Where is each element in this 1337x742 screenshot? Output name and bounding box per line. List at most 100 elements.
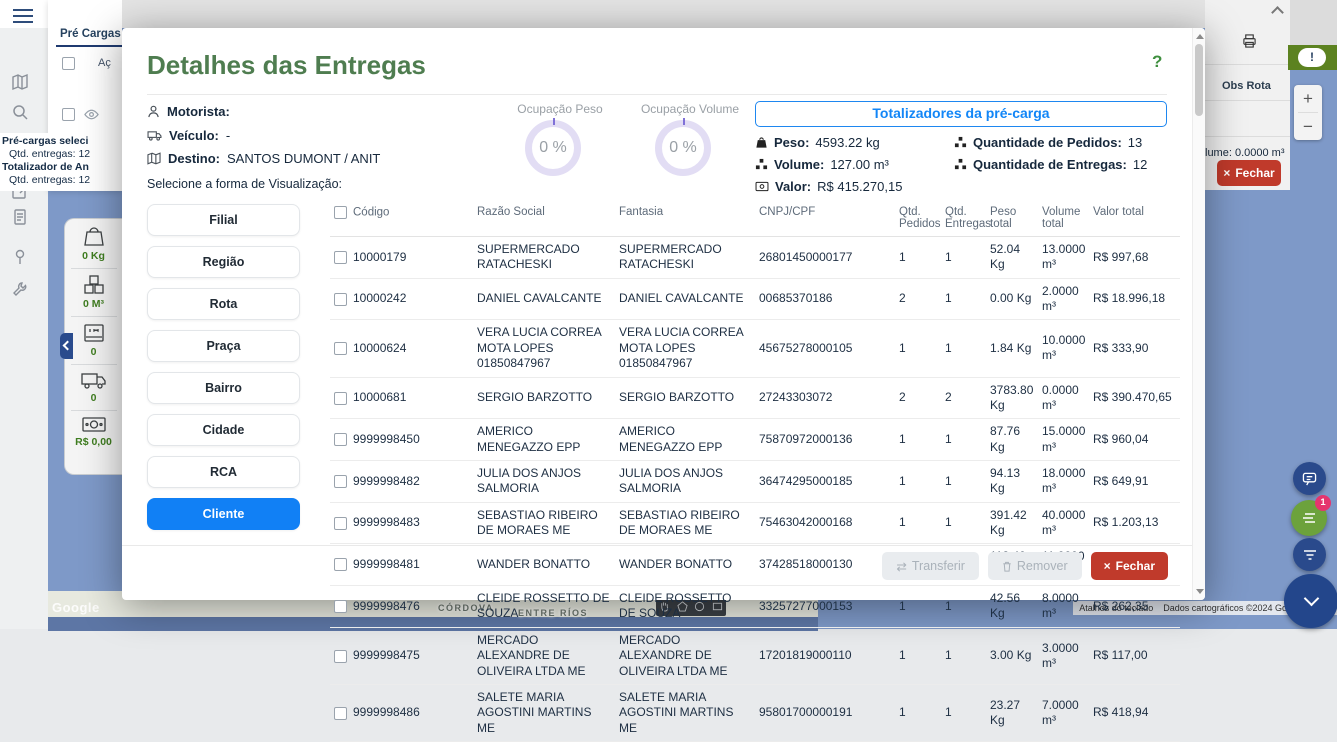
collapse-panel-button[interactable] bbox=[60, 333, 73, 359]
menu-hamburger-icon[interactable] bbox=[13, 9, 33, 23]
cell-peso: 52.04 Kg bbox=[986, 237, 1038, 279]
zoom-out-button[interactable]: − bbox=[1294, 113, 1322, 140]
row-checkbox[interactable] bbox=[334, 293, 347, 306]
total-pedidos: Quantidade de Pedidos: 13 bbox=[954, 135, 1142, 150]
cell-volume: 2.0000 m³ bbox=[1038, 278, 1089, 320]
row-checkbox[interactable] bbox=[334, 600, 347, 613]
totalizadores-header[interactable]: Totalizadores da pré-carga bbox=[755, 101, 1167, 127]
scroll-up-arrow-icon[interactable] bbox=[1196, 34, 1204, 39]
cell-razao: CLEIDE ROSSETTO DE SOUZA bbox=[473, 586, 615, 628]
header-fantasia: Fantasia bbox=[615, 202, 755, 237]
background-top-strip bbox=[122, 0, 1205, 28]
row-checkbox[interactable] bbox=[334, 475, 347, 488]
close-icon: × bbox=[1104, 559, 1111, 573]
card-valor-value: R$ 0,00 bbox=[75, 436, 112, 448]
vehicle-icon bbox=[147, 130, 162, 142]
cell-razao: JULIA DOS ANJOS SALMORIA bbox=[473, 460, 615, 502]
row-checkbox[interactable] bbox=[334, 433, 347, 446]
total-valor: Valor: R$ 415.270,15 bbox=[755, 179, 902, 194]
view-button-filial[interactable]: Filial bbox=[147, 204, 300, 236]
cell-entregas: 1 bbox=[941, 278, 986, 320]
table-row[interactable]: 10000681SERGIO BARZOTTOSERGIO BARZOTTO27… bbox=[330, 377, 1180, 419]
cell-pedidos: 2 bbox=[895, 278, 941, 320]
cell-entregas: 1 bbox=[941, 320, 986, 377]
cell-pedidos: 1 bbox=[895, 460, 941, 502]
gauge-volume: 0 % bbox=[655, 120, 711, 176]
cell-entregas: 1 bbox=[941, 684, 986, 741]
wrench-icon[interactable] bbox=[11, 280, 29, 298]
cell-fantasia: VERA LUCIA CORREA MOTA LOPES 01850847967 bbox=[615, 320, 755, 377]
gauge-peso-label: Ocupação Peso bbox=[495, 102, 625, 116]
remover-button[interactable]: Remover bbox=[988, 552, 1082, 580]
table-row[interactable]: 9999998475MERCADO ALEXANDRE DE OLIVEIRA … bbox=[330, 627, 1180, 684]
view-button-rota[interactable]: Rota bbox=[147, 288, 300, 320]
chat-floating-button[interactable] bbox=[1293, 462, 1326, 495]
collapse-down-floating-button[interactable] bbox=[1284, 574, 1337, 628]
table-row[interactable]: 10000179SUPERMERCADO RATACHESKISUPERMERC… bbox=[330, 237, 1180, 279]
view-button-bairro[interactable]: Bairro bbox=[147, 372, 300, 404]
zoom-in-button[interactable]: + bbox=[1294, 85, 1322, 112]
search-icon[interactable] bbox=[11, 103, 29, 121]
header-volume-total: Volume total bbox=[1038, 202, 1089, 237]
green-alert-strip: ! bbox=[1288, 45, 1337, 70]
printer-icon[interactable] bbox=[1242, 34, 1257, 48]
row-checkbox[interactable] bbox=[62, 108, 75, 121]
select-all-checkbox[interactable] bbox=[62, 57, 75, 70]
help-button[interactable]: ? bbox=[1152, 52, 1162, 72]
table-row[interactable]: 10000242DANIEL CAVALCANTEDANIEL CAVALCAN… bbox=[330, 278, 1180, 320]
scrollbar-thumb[interactable] bbox=[1195, 44, 1203, 116]
row-checkbox[interactable] bbox=[334, 392, 347, 405]
transferir-button[interactable]: ⇄ Transferir bbox=[882, 552, 979, 580]
map-icon[interactable] bbox=[11, 73, 29, 91]
table-row[interactable]: 9999998476CLEIDE ROSSETTO DE SOUZACLEIDE… bbox=[330, 586, 1180, 628]
table-row[interactable]: 9999998450AMERICO MENEGAZZO EPPAMERICO M… bbox=[330, 419, 1180, 461]
pin-icon[interactable] bbox=[11, 248, 29, 266]
tab-pre-cargas[interactable]: Pré Cargas bbox=[60, 28, 121, 40]
summary-qtd-entregas: Qtd. entregas: 12 bbox=[2, 148, 122, 161]
cell-codigo: 10000624 bbox=[330, 320, 473, 377]
chevron-down-icon bbox=[1303, 591, 1319, 607]
eye-icon[interactable] bbox=[84, 107, 99, 122]
left-sidebar bbox=[0, 28, 48, 629]
table-row[interactable]: 9999998482JULIA DOS ANJOS SALMORIAJULIA … bbox=[330, 460, 1180, 502]
select-view-label: Selecione a forma de Visualização: bbox=[147, 177, 342, 191]
cell-valor: R$ 117,00 bbox=[1089, 627, 1180, 684]
table-row[interactable]: 9999998486SALETE MARIA AGOSTINI MARTINS … bbox=[330, 684, 1180, 741]
row-checkbox[interactable] bbox=[334, 517, 347, 530]
alert-badge[interactable]: ! bbox=[1298, 48, 1326, 67]
cell-codigo: 10000681 bbox=[330, 377, 473, 419]
header-peso-total: Peso total bbox=[986, 202, 1038, 237]
cell-pedidos: 1 bbox=[895, 320, 941, 377]
document-icon[interactable] bbox=[11, 208, 29, 226]
card-veiculos-value: 0 bbox=[91, 392, 97, 404]
fechar-button[interactable]: × Fechar bbox=[1091, 552, 1168, 580]
scroll-down-arrow-icon[interactable] bbox=[1196, 589, 1204, 594]
table-row[interactable]: 9999998483SEBASTIAO RIBEIRO DE MORAES ME… bbox=[330, 502, 1180, 544]
row-checkbox[interactable] bbox=[334, 251, 347, 264]
row-checkbox[interactable] bbox=[334, 342, 347, 355]
cell-entregas: 1 bbox=[941, 502, 986, 544]
cell-cnpj: 26801450000177 bbox=[755, 237, 895, 279]
destino-row: Destino: SANTOS DUMONT / ANIT bbox=[147, 151, 380, 166]
background-fechar-button[interactable]: × Fechar bbox=[1217, 160, 1281, 186]
select-all-checkbox[interactable] bbox=[334, 206, 347, 219]
view-button-cidade[interactable]: Cidade bbox=[147, 414, 300, 446]
cell-entregas: 1 bbox=[941, 627, 986, 684]
cell-peso: 391.42 Kg bbox=[986, 502, 1038, 544]
cell-volume: 7.0000 m³ bbox=[1038, 684, 1089, 741]
header-qtd-entregas: Qtd. Entregas bbox=[941, 202, 986, 237]
view-button-cliente[interactable]: Cliente bbox=[147, 498, 300, 530]
cell-razao: SERGIO BARZOTTO bbox=[473, 377, 615, 419]
veiculo-row: Veículo: - bbox=[147, 128, 230, 143]
modal-scrollbar[interactable] bbox=[1192, 28, 1205, 600]
row-checkbox[interactable] bbox=[334, 650, 347, 663]
cell-razao: SUPERMERCADO RATACHESKI bbox=[473, 237, 615, 279]
view-button-rca[interactable]: RCA bbox=[147, 456, 300, 488]
view-button-regiao[interactable]: Região bbox=[147, 246, 300, 278]
table-row[interactable]: 10000624 VERA LUCIA CORREA MOTA LOPES 018… bbox=[330, 320, 1180, 377]
money-icon bbox=[80, 415, 108, 435]
row-checkbox[interactable] bbox=[334, 707, 347, 720]
notification-badge: 1 bbox=[1315, 495, 1331, 511]
view-button-praca[interactable]: Praça bbox=[147, 330, 300, 362]
filter-floating-button[interactable] bbox=[1293, 538, 1326, 571]
